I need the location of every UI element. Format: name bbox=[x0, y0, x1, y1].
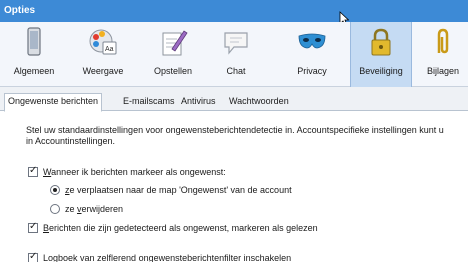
learning-log-checkbox[interactable]: ✓ bbox=[28, 251, 38, 262]
mark-read-checkbox[interactable]: ✓ bbox=[28, 221, 38, 233]
title-bar: Opties bbox=[0, 0, 468, 22]
delete-junk-radio[interactable] bbox=[50, 203, 60, 214]
delete-junk-option[interactable]: ze verwijderen bbox=[50, 202, 123, 215]
learning-log-option[interactable]: ✓ Logboek van zelflerend ongewensteberic… bbox=[28, 251, 291, 262]
tab-antivirus[interactable]: Antivirus bbox=[178, 94, 219, 111]
description-line: in Accountinstellingen. bbox=[26, 136, 116, 146]
mark-as-junk-checkbox[interactable]: ✓ bbox=[28, 165, 38, 177]
move-to-junk-radio[interactable] bbox=[50, 184, 60, 195]
move-to-junk-option[interactable]: ze verplaatsen naar de map 'Ongewenst' v… bbox=[50, 183, 292, 196]
toolbar-item-security[interactable]: Beveiliging bbox=[350, 22, 412, 87]
palette-icon: Aa bbox=[89, 29, 117, 55]
mark-read-label: Berichten die zijn gedetecteerd als onge… bbox=[43, 222, 318, 233]
paperclip-icon bbox=[437, 28, 449, 54]
junk-description: Stel uw standaardinstellingen voor ongew… bbox=[26, 125, 466, 147]
toolbar-item-privacy[interactable]: Privacy bbox=[282, 22, 342, 87]
options-toolbar: Algemeen Aa Weergave Opstellen Chat Priv… bbox=[0, 22, 468, 87]
mark-as-junk-label: Wanneer ik berichten markeer als ongewen… bbox=[43, 166, 226, 177]
phone-device-icon bbox=[27, 27, 41, 56]
tab-label: Ongewenste berichten bbox=[8, 96, 99, 106]
toolbar-item-label: Algemeen bbox=[13, 66, 55, 76]
delete-junk-label: ze verwijderen bbox=[65, 203, 124, 214]
toolbar-item-label: Beveiliging bbox=[359, 66, 403, 76]
toolbar-item-display[interactable]: Aa Weergave bbox=[72, 22, 134, 87]
toolbar-item-label: Privacy bbox=[297, 66, 327, 76]
svg-text:Aa: Aa bbox=[105, 46, 114, 53]
toolbar-item-label: Chat bbox=[226, 66, 246, 76]
learning-log-label: Logboek van zelflerend ongewenstebericht… bbox=[43, 252, 292, 262]
window-title: Opties bbox=[4, 5, 36, 16]
tab-email-scams[interactable]: E-mailscams bbox=[120, 94, 178, 111]
toolbar-item-attachments[interactable]: Bijlagen bbox=[418, 22, 468, 87]
toolbar-item-label: Bijlagen bbox=[426, 66, 460, 76]
toolbar-item-general[interactable]: Algemeen bbox=[6, 22, 62, 87]
toolbar-item-label: Opstellen bbox=[153, 66, 193, 76]
move-to-junk-label: ze verplaatsen naar de map 'Ongewenst' v… bbox=[65, 184, 292, 195]
tab-junk-messages[interactable]: Ongewenste berichten bbox=[4, 93, 103, 112]
tab-passwords[interactable]: Wachtwoorden bbox=[226, 94, 292, 111]
mark-as-junk-option[interactable]: ✓ Wanneer ik berichten markeer als ongew… bbox=[28, 165, 226, 178]
tab-label: Antivirus bbox=[181, 96, 216, 106]
security-tabs: Ongewenste berichten E-mailscams Antivir… bbox=[0, 87, 468, 112]
description-line: Stel uw standaardinstellingen voor ongew… bbox=[26, 125, 444, 135]
padlock-icon bbox=[371, 28, 391, 56]
toolbar-item-chat[interactable]: Chat bbox=[210, 22, 262, 87]
tab-label: E-mailscams bbox=[123, 96, 175, 106]
mask-icon bbox=[298, 33, 326, 49]
chat-bubble-icon bbox=[224, 32, 248, 55]
pencil-document-icon bbox=[162, 30, 188, 56]
toolbar-item-label: Weergave bbox=[82, 66, 124, 76]
mark-read-option[interactable]: ✓ Berichten die zijn gedetecteerd als on… bbox=[28, 221, 318, 234]
tab-label: Wachtwoorden bbox=[229, 96, 289, 106]
toolbar-item-compose[interactable]: Opstellen bbox=[142, 22, 204, 87]
